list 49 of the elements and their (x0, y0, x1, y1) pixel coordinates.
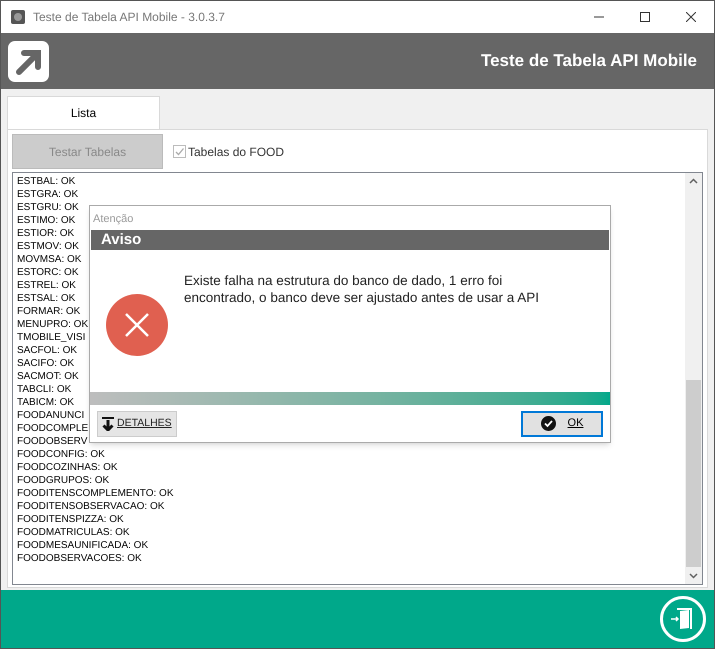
result-line: SACFOL: OK (17, 344, 78, 357)
result-line: FOODITENSPIZZA: OK (17, 513, 124, 526)
app-icon (10, 9, 26, 25)
arrow-logo-icon (8, 40, 49, 82)
result-line: SACIFO: OK (17, 357, 74, 370)
result-line: ESTSAL: OK (17, 292, 76, 305)
result-line: FOODCONFIG: OK (17, 448, 105, 461)
checkbox-label: Tabelas do FOOD (188, 144, 284, 160)
result-line: FOODMATRICULAS: OK (17, 526, 130, 539)
result-line: ESTGRU: OK (17, 201, 79, 214)
result-line: FOODCOZINHAS: OK (17, 461, 118, 474)
result-line: FORMAR: OK (17, 305, 80, 318)
error-icon (106, 294, 168, 356)
result-line: FOODITENSCOMPLEMENTO: OK (17, 487, 174, 500)
close-icon (686, 12, 696, 22)
details-button[interactable]: DETALHES (97, 410, 177, 436)
exit-door-icon[interactable] (660, 596, 706, 642)
result-line: SACMOT: OK (17, 370, 79, 383)
result-line: FOODANUNCI (17, 409, 84, 422)
scrollbar[interactable] (685, 173, 702, 584)
result-line: FOODOBSERV (17, 435, 88, 448)
tab[interactable]: Lista (7, 96, 160, 129)
result-line: MENUPRO: OK (17, 318, 88, 331)
download-arrow-icon (102, 416, 114, 430)
dialog-message: Existe falha na estrutura do banco de dado, 1 erro foi encontrado, o banco deve ser ajustado antes de usar a API (184, 272, 540, 307)
result-line: MOVMSA: OK (17, 253, 82, 266)
ok-button[interactable]: OK (521, 410, 603, 436)
result-line: ESTBAL: OK (17, 175, 76, 188)
result-line: FOODITENSOBSERVACAO: OK (17, 500, 164, 513)
result-line: TABCLI: OK (17, 383, 72, 396)
result-line: ESTREL: OK (17, 279, 76, 292)
window-title: Teste de Tabela API Mobile - 3.0.3.7 (33, 9, 225, 26)
result-line: TMOBILE_VISI (17, 331, 86, 344)
result-line: ESTIMO: OK (17, 214, 76, 227)
dialog-title: Atenção (92, 212, 134, 227)
result-line: TABICM: OK (17, 396, 74, 409)
result-line: FOODGRUPOS: OK (17, 474, 110, 487)
check-circle-icon (540, 416, 556, 431)
result-line: FOODCOMPLE (17, 422, 88, 435)
result-line: ESTIOR: OK (17, 227, 74, 240)
dialog-heading: Aviso (101, 230, 142, 250)
result-line: FOODMESAUNIFICADA: OK (17, 539, 148, 552)
maximize-icon (640, 12, 650, 22)
result-line: FOODOBSERVACOES: OK (17, 552, 142, 565)
header-title: Teste de Tabela API Mobile (480, 50, 697, 72)
scroll-thumb[interactable] (686, 380, 701, 567)
result-line: ESTMOV: OK (17, 240, 79, 253)
result-line: ESTORC: OK (17, 266, 78, 279)
result-line: ESTGRA: OK (17, 188, 78, 201)
